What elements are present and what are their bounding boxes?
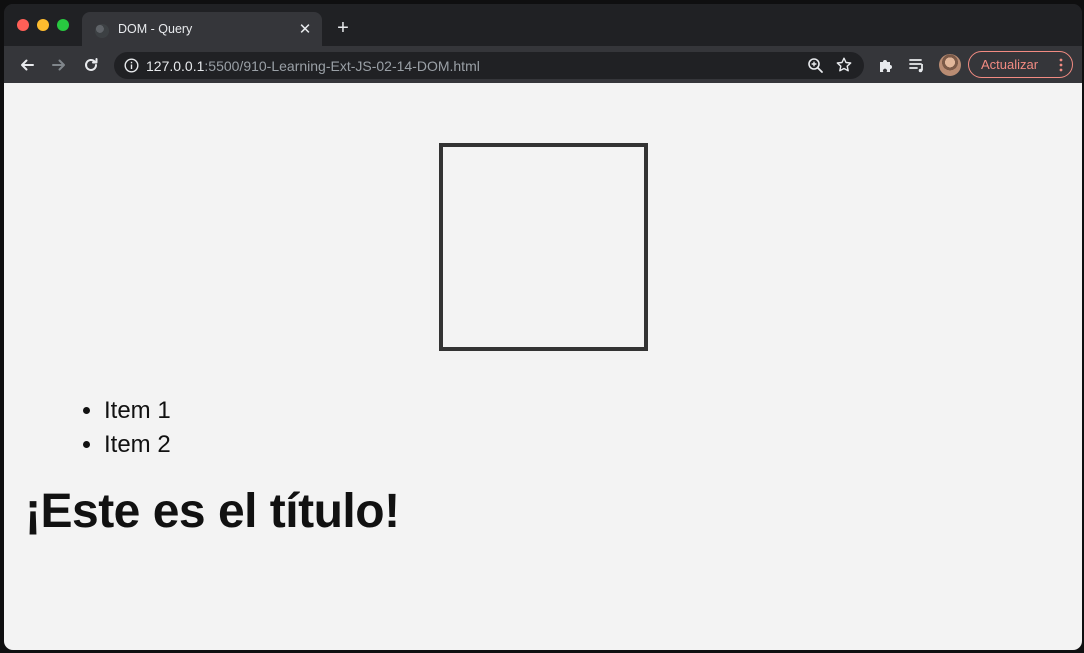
page-heading: ¡Este es el título! (25, 485, 400, 538)
zoom-icon[interactable] (807, 57, 824, 74)
tab-title: DOM - Query (118, 22, 193, 36)
page-viewport: Item 1 Item 2 ¡Este es el título! (4, 83, 1082, 650)
puzzle-icon[interactable] (877, 56, 895, 74)
arrow-right-icon (52, 59, 65, 71)
star-icon[interactable] (835, 56, 853, 74)
update-label: Actualizar (981, 57, 1039, 72)
update-button[interactable]: Actualizar (968, 51, 1073, 78)
forward-button[interactable] (48, 54, 70, 76)
window-maximize-button[interactable] (57, 19, 69, 31)
url-text: 127.0.0.1:5500/910-Learning-Ext-JS-02-14… (146, 58, 480, 74)
arrow-left-icon (21, 59, 34, 71)
square-box (439, 143, 648, 351)
list-item: Item 1 (104, 394, 171, 428)
globe-icon (95, 24, 109, 38)
reload-button[interactable] (80, 54, 102, 76)
media-queue-icon[interactable] (908, 56, 926, 74)
list-item: Item 2 (104, 428, 171, 462)
item-list: Item 1 Item 2 (104, 394, 171, 462)
info-icon[interactable] (124, 58, 139, 73)
tab-active[interactable]: DOM - Query ✕ (82, 12, 322, 48)
window-minimize-button[interactable] (37, 19, 49, 31)
back-button[interactable] (16, 54, 38, 76)
reload-icon (85, 58, 98, 71)
browser-toolbar: 127.0.0.1:5500/910-Learning-Ext-JS-02-14… (4, 46, 1082, 83)
url-host: 127.0.0.1 (146, 58, 205, 74)
url-path: :5500/910-Learning-Ext-JS-02-14-DOM.html (204, 58, 480, 74)
close-icon[interactable]: ✕ (296, 21, 314, 39)
address-bar[interactable]: 127.0.0.1:5500/910-Learning-Ext-JS-02-14… (114, 52, 864, 79)
tab-strip: DOM - Query ✕ + (4, 4, 1082, 48)
window-close-button[interactable] (17, 19, 29, 31)
new-tab-button[interactable]: + (332, 17, 354, 39)
browser-window: DOM - Query ✕ + 127.0.0.1:5500/910-Learn… (4, 4, 1082, 650)
avatar[interactable] (939, 54, 961, 76)
more-vertical-icon (1059, 58, 1063, 72)
